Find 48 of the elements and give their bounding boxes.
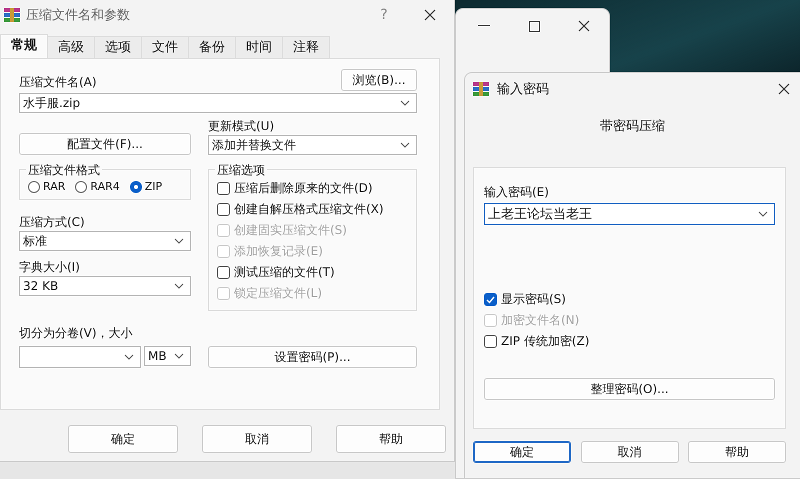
field-label: 输入密码(E): [484, 184, 550, 201]
dialog-button[interactable]: 确定: [473, 441, 571, 463]
tab[interactable]: 时间: [235, 36, 283, 59]
update-mode-dropdown[interactable]: 添加并替换文件: [208, 135, 417, 155]
tab[interactable]: 常规: [0, 34, 48, 59]
field-label: 字典大小(I): [19, 259, 81, 276]
field-label: 切分为分卷(V)，大小: [19, 325, 134, 342]
browse-button[interactable]: 浏览(B)...: [341, 69, 417, 91]
radio-button[interactable]: RAR: [28, 180, 66, 193]
close-icon[interactable]: [578, 20, 590, 32]
checkbox[interactable]: 创建自解压格式压缩文件(X): [217, 199, 408, 220]
tab[interactable]: 选项: [94, 36, 142, 59]
close-icon[interactable]: [424, 9, 436, 21]
tab[interactable]: 文件: [141, 36, 189, 59]
dialog-button[interactable]: 取消: [202, 425, 312, 453]
radio-button[interactable]: RAR4: [75, 180, 120, 193]
app-logo-icon: [473, 82, 489, 96]
group-title: 压缩文件格式: [26, 162, 102, 179]
set-password-button[interactable]: 设置密码(P)...: [208, 346, 417, 368]
dictionary-dropdown[interactable]: 32 KB: [19, 276, 191, 296]
field-label: 压缩方式(C): [19, 214, 86, 231]
radio-button[interactable]: ZIP: [130, 180, 162, 193]
organize-passwords-button[interactable]: 整理密码(O)...: [484, 378, 775, 400]
checkbox[interactable]: 显示密码(S): [484, 289, 775, 310]
dialog-button[interactable]: 帮助: [688, 441, 786, 463]
checkmark-icon: [486, 296, 495, 304]
field-label: 更新模式(U): [208, 118, 276, 135]
close-icon[interactable]: [778, 83, 790, 95]
profiles-button[interactable]: 配置文件(F)...: [19, 133, 191, 155]
method-dropdown[interactable]: 标准: [19, 231, 191, 251]
window-title: 压缩文件名和参数: [26, 7, 131, 24]
tab[interactable]: 高级: [47, 36, 95, 59]
checkbox[interactable]: ZIP 传统加密(Z): [484, 331, 775, 352]
dialog-button[interactable]: 取消: [580, 441, 678, 463]
field-label: 压缩文件名(A): [19, 74, 97, 91]
archive-name-field[interactable]: 水手服.zip: [19, 93, 417, 113]
app-logo-icon: [4, 8, 20, 22]
dialog-button[interactable]: 确定: [68, 425, 178, 453]
group-title: 压缩选项: [215, 162, 267, 179]
checkbox[interactable]: 测试压缩的文件(T): [217, 262, 408, 283]
password-field[interactable]: 上老王论坛当老王: [484, 203, 775, 225]
dialog-heading: 带密码压缩: [599, 118, 666, 135]
window-title: 输入密码: [497, 81, 550, 98]
unit-dropdown[interactable]: MB: [144, 346, 191, 366]
dialog-button[interactable]: 帮助: [336, 425, 446, 453]
tab[interactable]: 注释: [282, 36, 330, 59]
checkbox[interactable]: 压缩后删除原来的文件(D): [217, 178, 408, 199]
tab[interactable]: 备份: [188, 36, 236, 59]
